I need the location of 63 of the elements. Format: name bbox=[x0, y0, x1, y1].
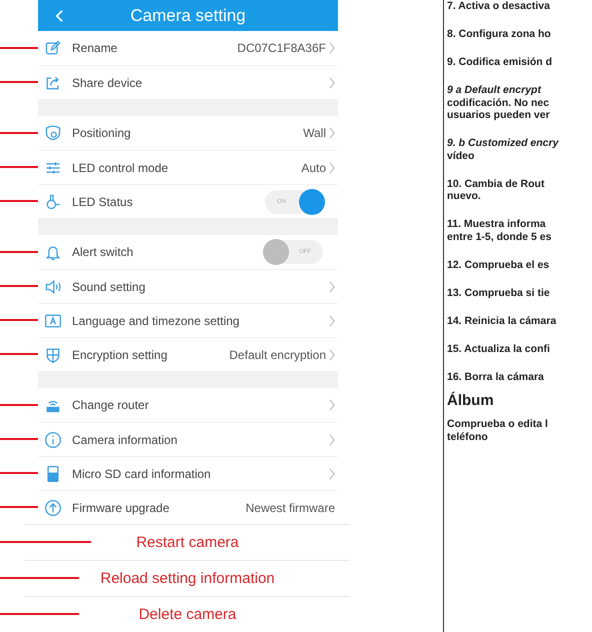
speaker-icon bbox=[44, 278, 62, 296]
row-value: Default encryption bbox=[229, 348, 326, 362]
row-label: Change router bbox=[72, 398, 149, 412]
chevron-icon bbox=[329, 348, 335, 360]
row-value: Newest firmware bbox=[246, 500, 335, 514]
chevron-icon bbox=[329, 434, 335, 446]
leader-line bbox=[0, 472, 38, 474]
row-value: DC07C1F8A36F bbox=[237, 41, 326, 55]
chevron-icon bbox=[329, 468, 335, 480]
row-label: Positioning bbox=[72, 126, 131, 140]
row-label: Share device bbox=[72, 76, 142, 90]
manual-paragraph: 9. Codifica emisión d bbox=[447, 56, 554, 68]
manual-paragraph: 14. Reinicia la cámara bbox=[447, 314, 558, 327]
row-label: LED Status bbox=[72, 194, 133, 208]
row-value: Auto bbox=[301, 160, 326, 174]
chevron-icon bbox=[329, 42, 335, 54]
manual-paragraph: 10. Cambia de Rout nuevo. bbox=[447, 178, 546, 202]
manual-paragraph: 15. Actualiza la confi bbox=[447, 342, 551, 355]
chevron-icon bbox=[329, 162, 335, 174]
chevron-icon bbox=[329, 76, 335, 88]
manual-paragraph: 8. Configura zona ho bbox=[447, 28, 552, 40]
back-icon[interactable] bbox=[55, 8, 64, 22]
letter-a-box-icon bbox=[44, 312, 62, 330]
row-label: Sound setting bbox=[72, 280, 146, 294]
manual-paragraph: 9 a Default encrypt codificación. No nec usuarios pueden ver bbox=[447, 84, 551, 122]
manual-paragraph: 16. Borra la cámara bbox=[447, 370, 545, 383]
row-label: Encryption setting bbox=[72, 348, 168, 362]
row-value: Wall bbox=[303, 126, 326, 140]
row-label: Micro SD card information bbox=[72, 466, 211, 480]
row-label: Alert switch bbox=[72, 245, 134, 259]
shield-icon bbox=[44, 346, 62, 364]
row-label: Camera information bbox=[72, 432, 178, 446]
manual-paragraph: 12. Comprueba el es bbox=[447, 258, 550, 271]
leader-line bbox=[0, 200, 38, 202]
leader-line bbox=[0, 285, 38, 287]
shield-camera-icon bbox=[44, 124, 62, 142]
row-label: Rename bbox=[72, 41, 118, 55]
chevron-icon bbox=[329, 127, 335, 139]
chevron-icon bbox=[329, 399, 335, 411]
leader-line bbox=[0, 81, 38, 83]
up-arrow-circle-icon bbox=[44, 498, 62, 516]
row-label: Firmware upgrade bbox=[72, 500, 170, 514]
leader-line bbox=[0, 353, 38, 355]
chevron-icon bbox=[329, 280, 335, 292]
row-label: Language and timezone setting bbox=[72, 314, 240, 328]
leader-line bbox=[0, 319, 38, 321]
manual-paragraph: 13. Comprueba si tie bbox=[447, 286, 551, 299]
row-label: LED control mode bbox=[72, 160, 168, 174]
chevron-icon bbox=[329, 314, 335, 326]
manual-paragraph: 9. b Customized encry vídeo bbox=[447, 137, 560, 162]
pencil-square-icon bbox=[44, 39, 62, 57]
leader-line bbox=[0, 506, 38, 508]
leader-line bbox=[0, 132, 38, 134]
leader-line bbox=[0, 251, 38, 253]
manual-paragraph: 7. Activa o desactiva bbox=[447, 0, 551, 12]
leader-line bbox=[0, 438, 38, 440]
leader-line bbox=[0, 166, 38, 168]
manual-paragraph: Comprueba o edita l teléfono bbox=[447, 418, 549, 443]
manual-paragraph: 11. Muestra informa entre 1-5, donde 5 es bbox=[447, 218, 552, 243]
screen-title: Camera setting bbox=[129, 6, 247, 26]
leader-line bbox=[0, 404, 38, 406]
info-icon bbox=[44, 430, 62, 448]
leader-line bbox=[0, 47, 38, 49]
